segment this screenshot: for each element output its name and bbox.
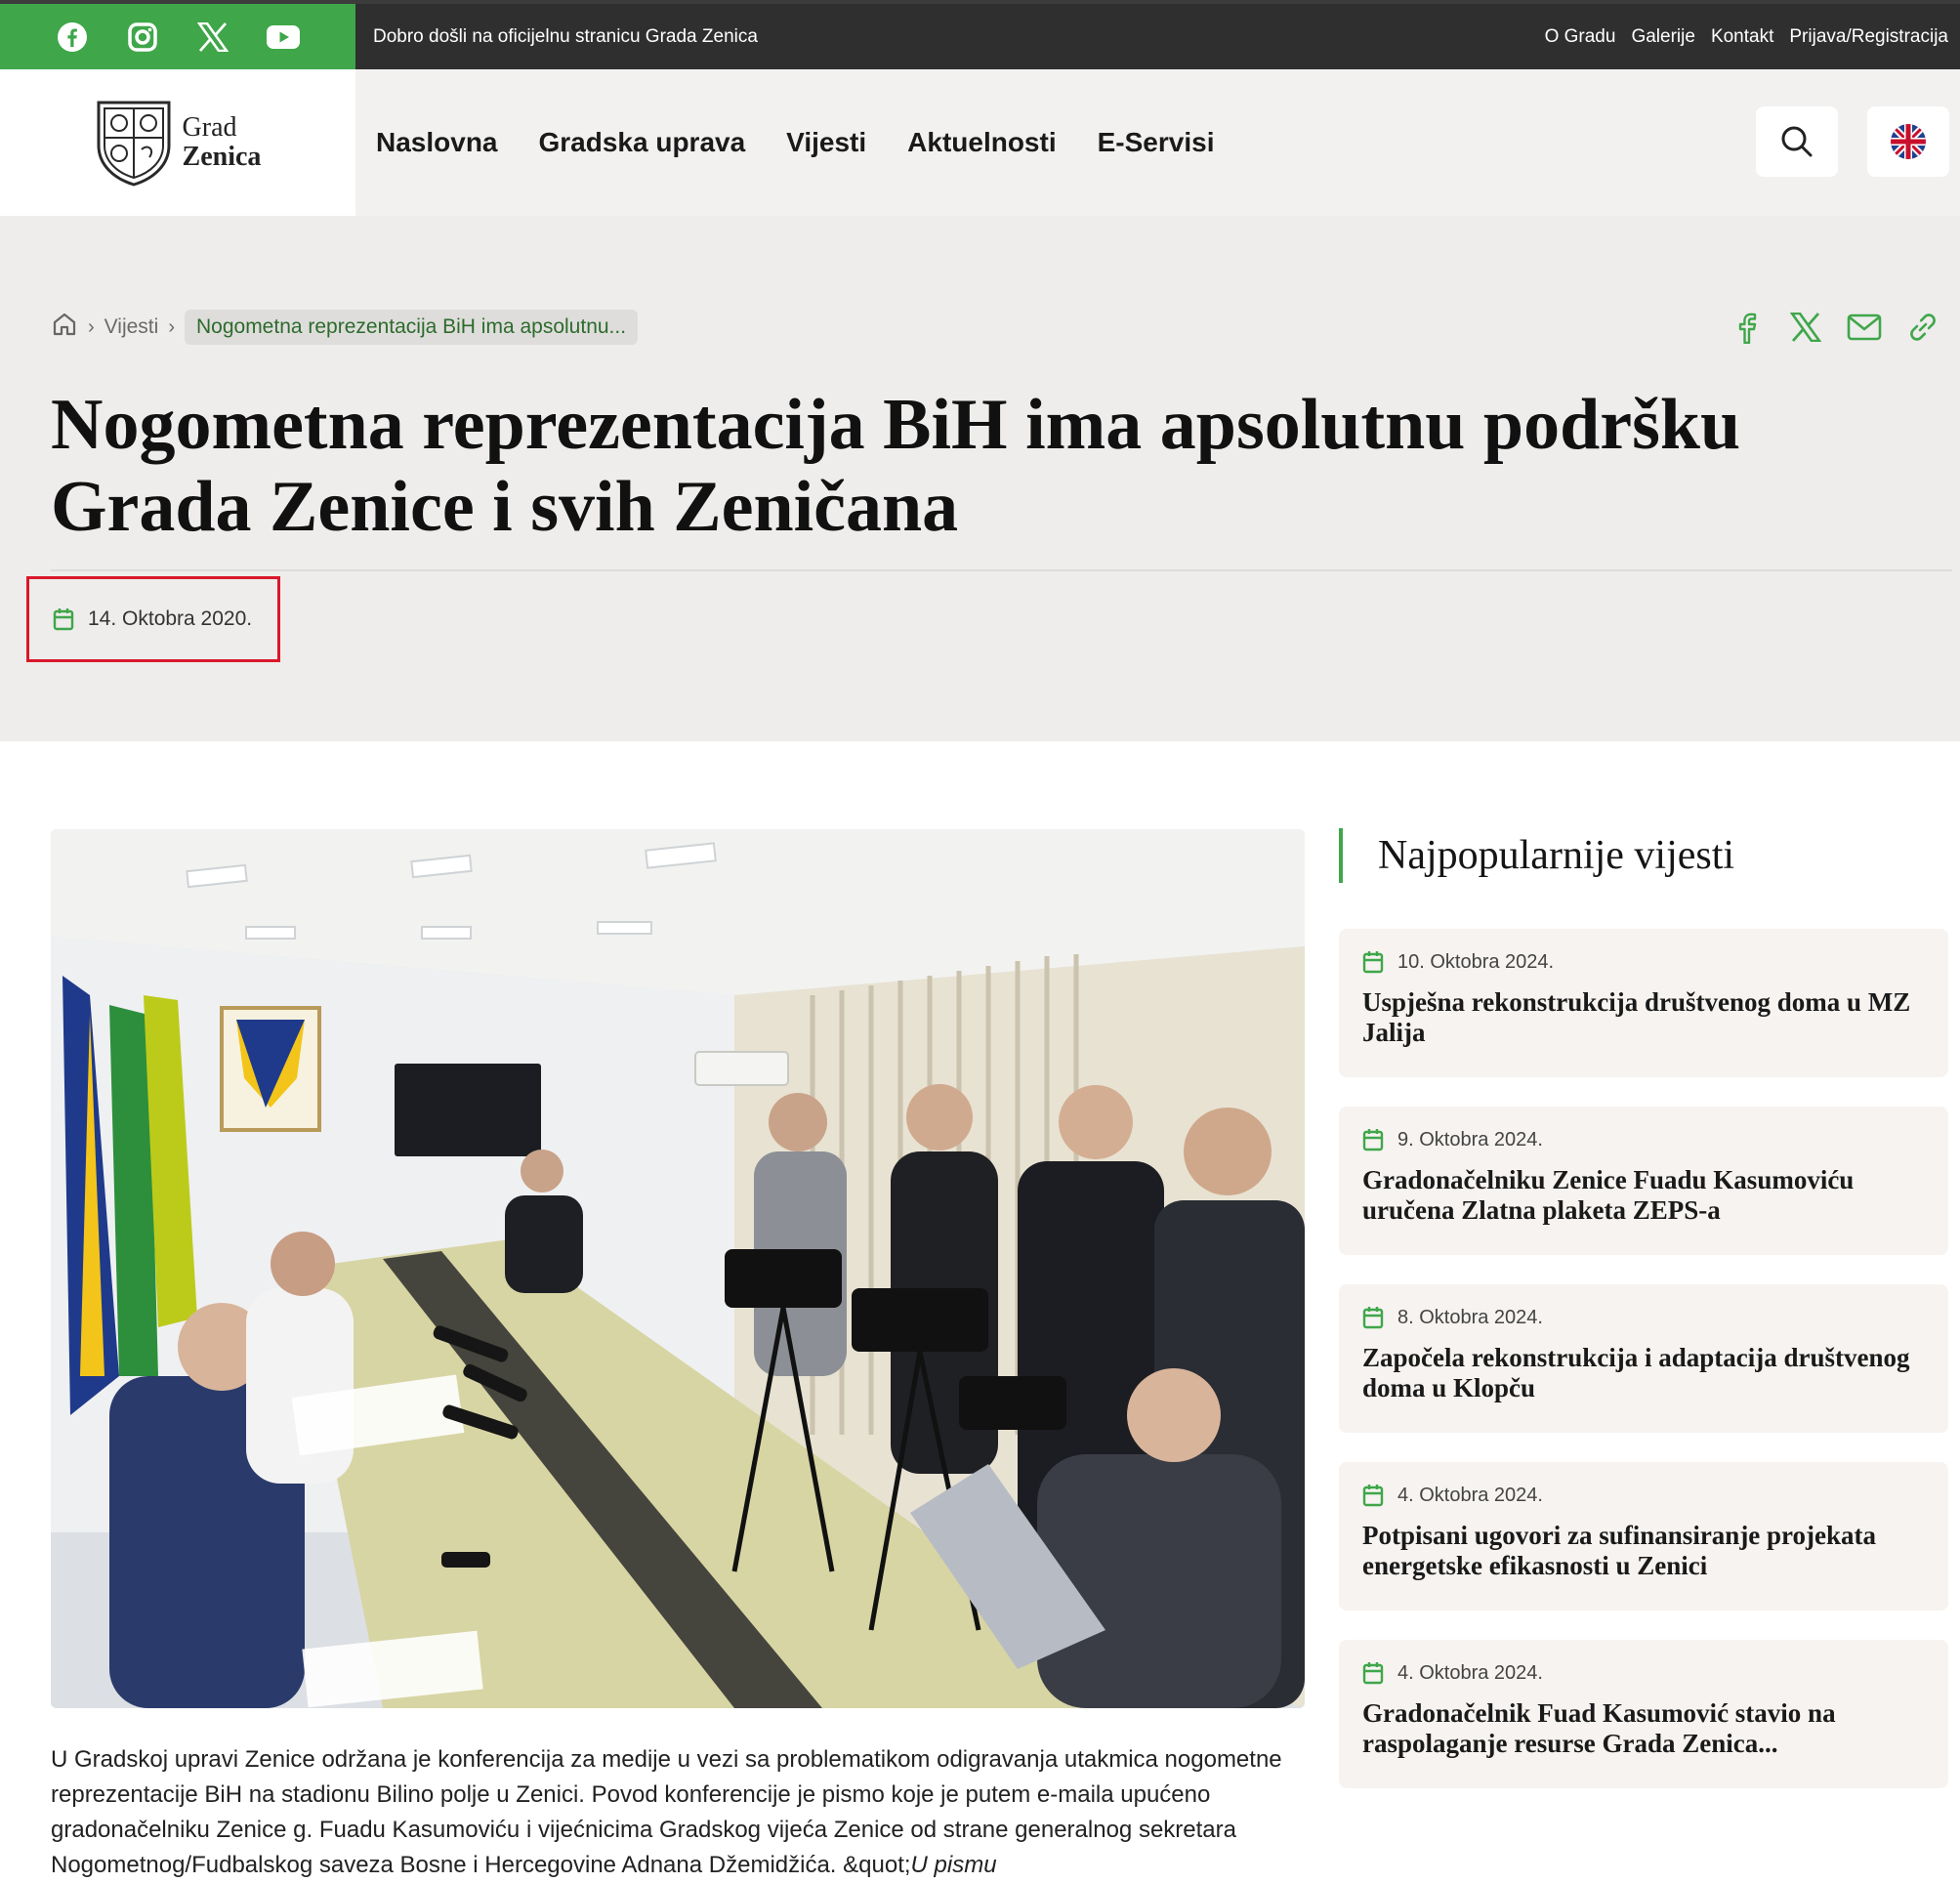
chevron-right-icon: ›	[88, 315, 95, 338]
popular-news-title[interactable]: Gradonačelniku Zenice Fuadu Kasumoviću u…	[1362, 1165, 1925, 1226]
calendar-icon	[1362, 1129, 1384, 1151]
share-email-icon[interactable]	[1847, 310, 1882, 345]
share-facebook-icon[interactable]	[1730, 310, 1765, 345]
nav-gradska-uprava[interactable]: Gradska uprava	[539, 127, 746, 158]
breadcrumb-current: Nogometna reprezentacija BiH ima apsolut…	[184, 310, 639, 345]
search-button[interactable]	[1756, 106, 1838, 177]
nav-e-servisi[interactable]: E-Servisi	[1098, 127, 1215, 158]
popular-news-item[interactable]: 4. Oktobra 2024. Potpisani ugovori za su…	[1339, 1462, 1948, 1611]
share-buttons	[1730, 310, 1940, 345]
popular-news-date-text: 4. Oktobra 2024.	[1397, 1484, 1543, 1506]
article-date-text: 14. Oktobra 2020.	[88, 607, 253, 630]
home-icon[interactable]	[51, 311, 78, 344]
link-o-gradu[interactable]: O Gradu	[1545, 26, 1616, 48]
language-button[interactable]	[1867, 106, 1949, 177]
article-body-text: U Gradskoj upravi Zenice održana je konf…	[51, 1746, 1282, 1878]
welcome-text: Dobro došli na oficijelnu stranicu Grada…	[373, 25, 758, 47]
calendar-icon	[53, 608, 74, 631]
nav-naslovna[interactable]: Naslovna	[376, 127, 498, 158]
main-nav: Naslovna Gradska uprava Vijesti Aktuelno…	[376, 69, 1214, 216]
article-body-italic: U pismu	[910, 1852, 997, 1878]
popular-news-date: 4. Oktobra 2024.	[1362, 1661, 1925, 1685]
popular-news-title[interactable]: Gradonačelnik Fuad Kasumović stavio na r…	[1362, 1698, 1925, 1759]
logo-line-1: Grad	[182, 112, 237, 143]
popular-news-item[interactable]: 8. Oktobra 2024. Započela rekonstrukcija…	[1339, 1284, 1948, 1433]
article-body: U Gradskoj upravi Zenice održana je konf…	[51, 1742, 1311, 1883]
popular-news-date-text: 8. Oktobra 2024.	[1397, 1306, 1543, 1328]
breadcrumb-vijesti[interactable]: Vijesti	[104, 315, 159, 339]
coat-of-arms-icon	[97, 101, 171, 187]
popular-news-date-text: 10. Oktobra 2024.	[1397, 950, 1555, 973]
popular-news-date: 9. Oktobra 2024.	[1362, 1128, 1925, 1151]
calendar-icon	[1362, 1662, 1384, 1685]
calendar-icon	[1362, 1307, 1384, 1329]
youtube-icon[interactable]	[267, 21, 300, 54]
popular-news-date-text: 4. Oktobra 2024.	[1397, 1661, 1543, 1684]
popular-news-date: 8. Oktobra 2024.	[1362, 1306, 1925, 1329]
social-links	[0, 4, 355, 69]
calendar-icon	[1362, 1485, 1384, 1507]
breadcrumb: › Vijesti › Nogometna reprezentacija BiH…	[51, 310, 639, 345]
link-galerije[interactable]: Galerije	[1631, 26, 1694, 48]
article-date: 14. Oktobra 2020.	[26, 576, 280, 662]
top-bar: Dobro došli na oficijelnu stranicu Grada…	[0, 0, 1960, 69]
popular-news-title[interactable]: Uspješna rekonstrukcija društvenog doma …	[1362, 987, 1925, 1048]
chevron-right-icon: ›	[168, 315, 175, 338]
copy-link-icon[interactable]	[1905, 310, 1940, 345]
popular-news-heading: Najpopularnije vijesti	[1339, 828, 1734, 883]
title-divider	[51, 569, 1952, 571]
search-icon	[1781, 126, 1813, 157]
logo-line-2: Zenica	[182, 142, 262, 172]
top-links: O Gradu Galerije Kontakt Prijava/Registr…	[1545, 4, 1960, 69]
popular-news-date-text: 9. Oktobra 2024.	[1397, 1128, 1543, 1151]
facebook-icon[interactable]	[56, 21, 89, 54]
link-kontakt[interactable]: Kontakt	[1711, 26, 1773, 48]
popular-news-date: 4. Oktobra 2024.	[1362, 1484, 1925, 1507]
x-icon[interactable]	[196, 21, 229, 54]
popular-news-date: 10. Oktobra 2024.	[1362, 950, 1925, 974]
nav-aktuelnosti[interactable]: Aktuelnosti	[907, 127, 1056, 158]
popular-news-item[interactable]: 9. Oktobra 2024. Gradonačelniku Zenice F…	[1339, 1107, 1948, 1255]
article-hero: › Vijesti › Nogometna reprezentacija BiH…	[0, 216, 1960, 741]
instagram-icon[interactable]	[126, 21, 159, 54]
popular-news-title[interactable]: Potpisani ugovori za sufinansiranje proj…	[1362, 1521, 1925, 1581]
uk-flag-icon	[1891, 124, 1926, 159]
share-x-icon[interactable]	[1788, 310, 1823, 345]
popular-news-item[interactable]: 10. Oktobra 2024. Uspješna rekonstrukcij…	[1339, 929, 1948, 1077]
nav-vijesti[interactable]: Vijesti	[786, 127, 866, 158]
site-header: Grad Zenica Naslovna Gradska uprava Vije…	[0, 69, 1960, 216]
logo-text: Grad Zenica	[183, 113, 262, 172]
site-logo[interactable]: Grad Zenica	[0, 69, 355, 216]
link-prijava-registracija[interactable]: Prijava/Registracija	[1789, 26, 1948, 48]
calendar-icon	[1362, 951, 1384, 974]
popular-news-item[interactable]: 4. Oktobra 2024. Gradonačelnik Fuad Kasu…	[1339, 1640, 1948, 1788]
popular-news-title[interactable]: Započela rekonstrukcija i adaptacija dru…	[1362, 1343, 1925, 1403]
article-title: Nogometna reprezentacija BiH ima apsolut…	[51, 385, 1741, 547]
article-photo	[51, 829, 1305, 1708]
